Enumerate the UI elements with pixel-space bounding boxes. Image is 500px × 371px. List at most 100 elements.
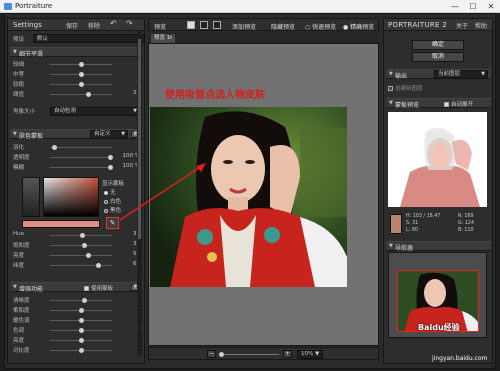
watermark-url: jingyan.baidu.com <box>432 355 488 362</box>
chevron-down-icon: ▼ <box>121 131 125 137</box>
single-view-icon[interactable] <box>187 21 195 29</box>
zoom-in-icon[interactable]: + <box>283 350 292 358</box>
add-preview-button[interactable]: 添加预览 <box>232 22 256 31</box>
slider-knob[interactable] <box>78 308 84 313</box>
show-mask-radio[interactable]: 无 <box>104 188 116 196</box>
slider-label: 亮度 <box>13 253 25 259</box>
slider-knob[interactable] <box>78 72 84 77</box>
split-horizontal-icon[interactable] <box>213 21 221 29</box>
zoom-out-icon[interactable]: − <box>207 350 216 358</box>
slider-knob[interactable] <box>81 298 87 303</box>
slider-track[interactable] <box>50 167 112 168</box>
slider-track[interactable] <box>50 94 112 95</box>
color-picker-field[interactable] <box>43 177 99 217</box>
show-mask-radio[interactable]: 白色 <box>104 197 121 205</box>
use-mask-checkbox[interactable]: 使用蒙板 <box>84 284 113 292</box>
slider-track[interactable] <box>50 265 112 266</box>
cancel-button[interactable]: 取消 <box>412 52 464 62</box>
slider-knob[interactable] <box>108 155 114 160</box>
slider-knob[interactable] <box>78 348 84 353</box>
zoom-slider-knob[interactable] <box>219 352 224 357</box>
slider-knob[interactable] <box>78 82 84 87</box>
preset-label: 预设 <box>13 37 25 43</box>
minimize-button[interactable]: — <box>446 0 464 13</box>
accurate-preview-radio[interactable]: ● 精确预览 <box>343 22 374 31</box>
about-button[interactable]: 关于 <box>456 21 468 30</box>
maximize-button[interactable]: ☐ <box>464 0 482 13</box>
radio-label: 无 <box>110 190 116 196</box>
eyedropper-icon[interactable]: ✎ <box>106 217 119 229</box>
save-preset-button[interactable]: 保存 <box>66 21 78 30</box>
slider-knob[interactable] <box>78 62 84 67</box>
zoom-select[interactable]: 10% ▼ <box>297 350 323 359</box>
mask-preview-header[interactable]: ▼ 蒙板预览 <box>386 98 491 109</box>
portrait-size-value: 自动检测 <box>54 108 77 114</box>
hue-strip[interactable] <box>22 177 40 217</box>
auto-expand-checkbox[interactable]: 自动展开 <box>444 100 473 108</box>
enhancement-header[interactable]: ▼ 增强功能 <box>10 282 143 293</box>
right-header: PORTRAITURE 2 关于 帮助 <box>384 19 492 31</box>
navigator-title: 导航器 <box>395 245 414 252</box>
slider-track[interactable] <box>50 255 112 256</box>
color-picker-shade <box>44 178 98 216</box>
show-mask-radio[interactable]: 黑色 <box>104 206 121 214</box>
slider-knob[interactable] <box>81 243 87 248</box>
close-button[interactable]: ✕ <box>482 0 500 13</box>
sampled-color-swatch <box>390 214 402 234</box>
delete-preset-button[interactable]: 移除 <box>88 21 100 30</box>
slider-label: 柔和度 <box>13 308 30 314</box>
ok-button[interactable]: 确定 <box>412 40 464 50</box>
slider-knob[interactable] <box>108 165 114 170</box>
slider-label: 透明度 <box>13 155 30 161</box>
preview-tabbar: 预览 1 × <box>148 33 379 43</box>
slider-row: 较细0 <box>12 60 142 68</box>
hue-readout: H: 103 / 18.47 <box>406 214 441 219</box>
collapse-triangle-icon: ▼ <box>389 243 393 249</box>
detail-smoothing-title: 细节平滑 <box>19 51 44 58</box>
slider-label: 纬度 <box>13 263 25 269</box>
skin-mode-select[interactable]: 自定义 ▼ <box>90 130 128 139</box>
mask-preview-image <box>388 112 487 207</box>
portrait-size-select[interactable]: 自动检测 ▼ <box>50 107 140 116</box>
slider-track[interactable] <box>50 157 112 158</box>
green-readout: G: 124 <box>458 221 475 226</box>
undo-icon[interactable]: ↶ <box>110 19 117 28</box>
blue-readout: B: 110 <box>458 228 474 233</box>
slider-knob[interactable] <box>78 328 84 333</box>
new-layer-checkbox[interactable]: 创建新图层 <box>388 84 423 92</box>
annotation-arrow <box>120 163 206 221</box>
redo-icon[interactable]: ↷ <box>126 19 133 28</box>
detail-smoothing-header[interactable]: ▼ 细节平滑 <box>10 47 143 58</box>
help-button[interactable]: 帮助 <box>475 21 487 30</box>
settings-header: Settings 保存 移除 ↶ ↷ <box>8 19 144 31</box>
slider-track[interactable] <box>50 147 112 148</box>
navigator-header[interactable]: ▼ 导航器 <box>386 241 491 252</box>
slider-label: 模糊 <box>13 165 25 171</box>
split-vertical-icon[interactable] <box>200 21 208 29</box>
app-icon <box>4 3 12 10</box>
slider-label: 暖色调 <box>13 318 30 324</box>
slider-knob[interactable] <box>95 263 101 268</box>
fast-preview-radio[interactable]: ○ 快速预览 <box>305 22 336 31</box>
zoom-slider-track[interactable] <box>219 354 279 355</box>
slider-label: 饱和度 <box>13 243 30 249</box>
slider-knob[interactable] <box>79 233 85 238</box>
slider-label: 阈值 <box>13 92 25 98</box>
radio-dot-icon <box>104 190 108 195</box>
slider-knob[interactable] <box>85 253 91 258</box>
slider-knob[interactable] <box>78 338 84 343</box>
preset-value: 默认 <box>37 36 49 42</box>
lightness-readout: L: 80 <box>406 228 418 233</box>
skin-mode-value: 自定义 <box>94 131 111 137</box>
close-tab-icon[interactable]: × <box>169 34 173 42</box>
slider-knob[interactable] <box>52 145 58 150</box>
hide-preview-button[interactable]: 隐藏预览 <box>271 22 295 31</box>
preset-select[interactable]: 默认 ▼ <box>33 34 145 43</box>
mask-preview-graphic <box>388 112 487 207</box>
tab-preview-1[interactable]: 预览 1 × <box>151 34 175 43</box>
slider-knob[interactable] <box>78 318 84 323</box>
slider-row: 亮度0 <box>12 336 142 344</box>
output-select[interactable]: 当前图层 ▼ <box>434 70 488 79</box>
slider-knob[interactable] <box>85 92 91 97</box>
slider-row: 柔和度0 <box>12 306 142 314</box>
